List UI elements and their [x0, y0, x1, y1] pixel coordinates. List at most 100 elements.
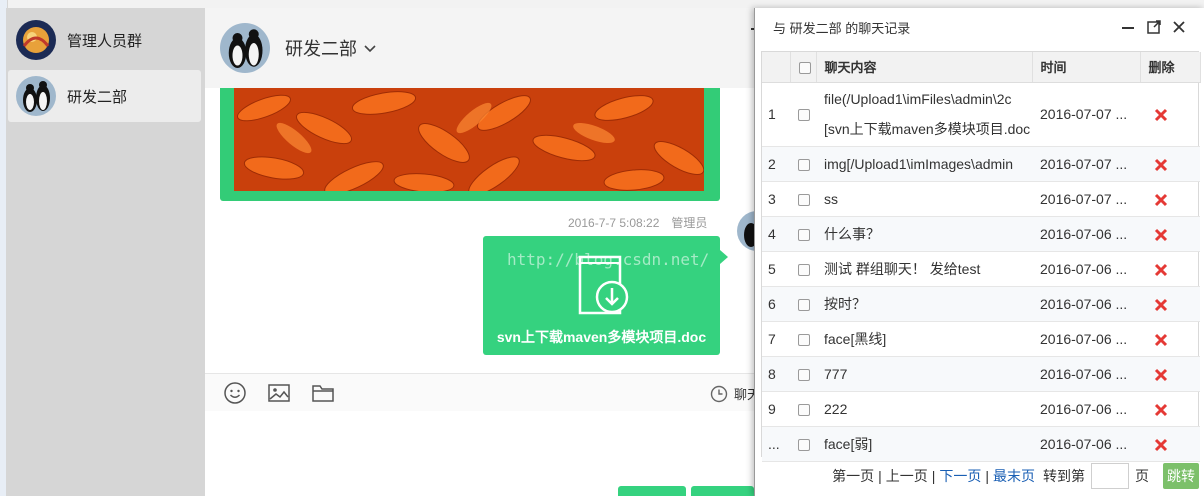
chat-group-avatar[interactable] — [220, 23, 270, 73]
row-select — [790, 181, 816, 217]
row-time: 2016-07-06 ... — [1032, 356, 1140, 392]
row-time: 2016-07-07 ... — [1032, 146, 1140, 182]
row-delete — [1140, 286, 1200, 322]
row-index: 3 — [762, 181, 790, 217]
folder-icon[interactable] — [311, 381, 335, 405]
message-sender: 管理员 — [671, 216, 708, 230]
row-checkbox[interactable] — [798, 368, 810, 381]
table-row[interactable]: 8 777 2016-07-06 ... — [762, 356, 1200, 392]
prev-page-link[interactable]: 上一页 — [886, 466, 928, 486]
row-checkbox[interactable] — [798, 438, 810, 451]
last-page-link[interactable]: 最末页 — [993, 466, 1035, 486]
close-icon[interactable] — [1171, 19, 1187, 35]
sender-avatar[interactable] — [737, 211, 754, 251]
send-button[interactable] — [691, 486, 754, 496]
row-checkbox[interactable] — [798, 263, 810, 276]
delete-icon[interactable] — [1154, 368, 1168, 382]
row-content: face[黑线] — [816, 321, 1032, 357]
row-content: 什么事？ — [816, 216, 1032, 252]
delete-icon[interactable] — [1154, 403, 1168, 417]
row-checkbox[interactable] — [798, 158, 810, 171]
row-delete — [1140, 146, 1200, 182]
table-row[interactable]: 7 face[黑线] 2016-07-06 ... — [762, 321, 1200, 357]
maximize-icon[interactable] — [1146, 19, 1162, 35]
chat-title[interactable]: 研发二部 — [285, 35, 357, 61]
row-delete — [1140, 181, 1200, 217]
clock-icon — [710, 385, 728, 402]
delete-icon[interactable] — [1154, 298, 1168, 312]
row-checkbox[interactable] — [798, 109, 810, 122]
table-row[interactable]: 2 img[/Upload1\imImages\admin 2016-07-07… — [762, 146, 1200, 182]
select-all-checkbox[interactable] — [798, 61, 811, 74]
delete-icon[interactable] — [1154, 228, 1168, 242]
message-image[interactable] — [234, 88, 704, 191]
table-row[interactable]: ... face[弱] 2016-07-06 ... — [762, 426, 1200, 462]
row-content: 222 — [816, 391, 1032, 427]
image-message-bubble[interactable] — [220, 88, 720, 201]
session-item-managers[interactable]: 管理人员群 — [8, 14, 201, 66]
header-select — [790, 52, 817, 83]
row-content-line: [svn上下载maven多模块项目.doc — [824, 121, 1031, 137]
session-name: 研发二部 — [67, 88, 128, 106]
close-chat-button[interactable] — [618, 486, 686, 496]
table-row[interactable]: 3 ss 2016-07-07 ... — [762, 181, 1200, 217]
session-name: 管理人员群 — [67, 32, 143, 50]
header-index — [762, 52, 791, 83]
row-checkbox[interactable] — [798, 228, 810, 241]
row-time: 2016-07-06 ... — [1032, 391, 1140, 427]
page-number-input[interactable] — [1091, 463, 1129, 489]
table-row[interactable]: 5 测试 群组聊天！ 发给test 2016-07-06 ... — [762, 251, 1200, 287]
delete-icon[interactable] — [1154, 438, 1168, 452]
session-list: 管理人员群 研发二部 — [6, 8, 205, 496]
session-item-rd2[interactable]: 研发二部 — [8, 70, 201, 122]
dialog-title: 与 研发二部 的聊天记录 — [773, 20, 911, 36]
message-area[interactable]: 2016-7-7 5:08:22 管理员 svn上下载maven多模块项目.doc… — [205, 88, 754, 373]
row-checkbox[interactable] — [798, 333, 810, 346]
pager-separator: | — [931, 468, 936, 484]
header-content: 聊天内容 — [816, 52, 1033, 83]
emoji-icon[interactable] — [223, 381, 247, 405]
row-content: face[弱] — [816, 426, 1032, 462]
image-icon[interactable] — [267, 381, 291, 405]
delete-icon[interactable] — [1154, 193, 1168, 207]
watermark-text: http://blog.csdn.net/ — [507, 250, 710, 269]
dialog-header: 与 研发二部 的聊天记录 — [755, 8, 1204, 46]
goto-suffix: 页 — [1135, 468, 1149, 484]
row-checkbox[interactable] — [798, 193, 810, 206]
row-delete — [1140, 391, 1200, 427]
group-avatar-managers — [16, 20, 56, 60]
chat-history-label: 聊天 — [734, 387, 754, 402]
pager-separator: | — [878, 468, 882, 484]
next-page-link[interactable]: 下一页 — [939, 466, 981, 486]
goto-prefix: 转到第 — [1043, 468, 1085, 484]
group-avatar-rd2 — [16, 76, 56, 116]
chevron-down-icon[interactable] — [363, 41, 377, 55]
table-row[interactable]: 6 按时？ 2016-07-06 ... — [762, 286, 1200, 322]
row-content: 777 — [816, 356, 1032, 392]
table-row[interactable]: 1 file(/Upload1\imFiles\admin\2c [svn上下载… — [762, 82, 1200, 147]
row-content-line: file(/Upload1\imFiles\admin\2c — [824, 91, 1012, 107]
row-checkbox[interactable] — [798, 298, 810, 311]
row-checkbox[interactable] — [798, 403, 810, 416]
minimize-icon[interactable] — [1120, 19, 1136, 35]
table-row[interactable]: 4 什么事？ 2016-07-06 ... — [762, 216, 1200, 252]
delete-icon[interactable] — [1154, 158, 1168, 172]
row-select — [790, 426, 816, 462]
delete-icon[interactable] — [1154, 263, 1168, 277]
message-input[interactable] — [205, 411, 754, 496]
delete-icon[interactable] — [1154, 333, 1168, 347]
go-button[interactable]: 跳转 — [1163, 463, 1199, 489]
delete-icon[interactable] — [1154, 108, 1168, 122]
row-delete — [1140, 82, 1200, 147]
row-time: 2016-07-07 ... — [1032, 181, 1140, 217]
table-row[interactable]: 9 222 2016-07-06 ... — [762, 391, 1200, 427]
pagination: 第一页 | 上一页 | 下一页 | 最末页 转到第 页 跳转 — [761, 463, 1199, 489]
row-index: 2 — [762, 146, 790, 182]
file-name[interactable]: svn上下载maven多模块项目.doc — [483, 327, 720, 347]
row-time: 2016-07-07 ... — [1032, 82, 1140, 147]
pager-separator: | — [985, 468, 989, 484]
row-select — [790, 321, 816, 357]
row-select — [790, 251, 816, 287]
chat-history-button[interactable]: 聊天 — [710, 384, 754, 403]
first-page-link[interactable]: 第一页 — [832, 466, 874, 486]
